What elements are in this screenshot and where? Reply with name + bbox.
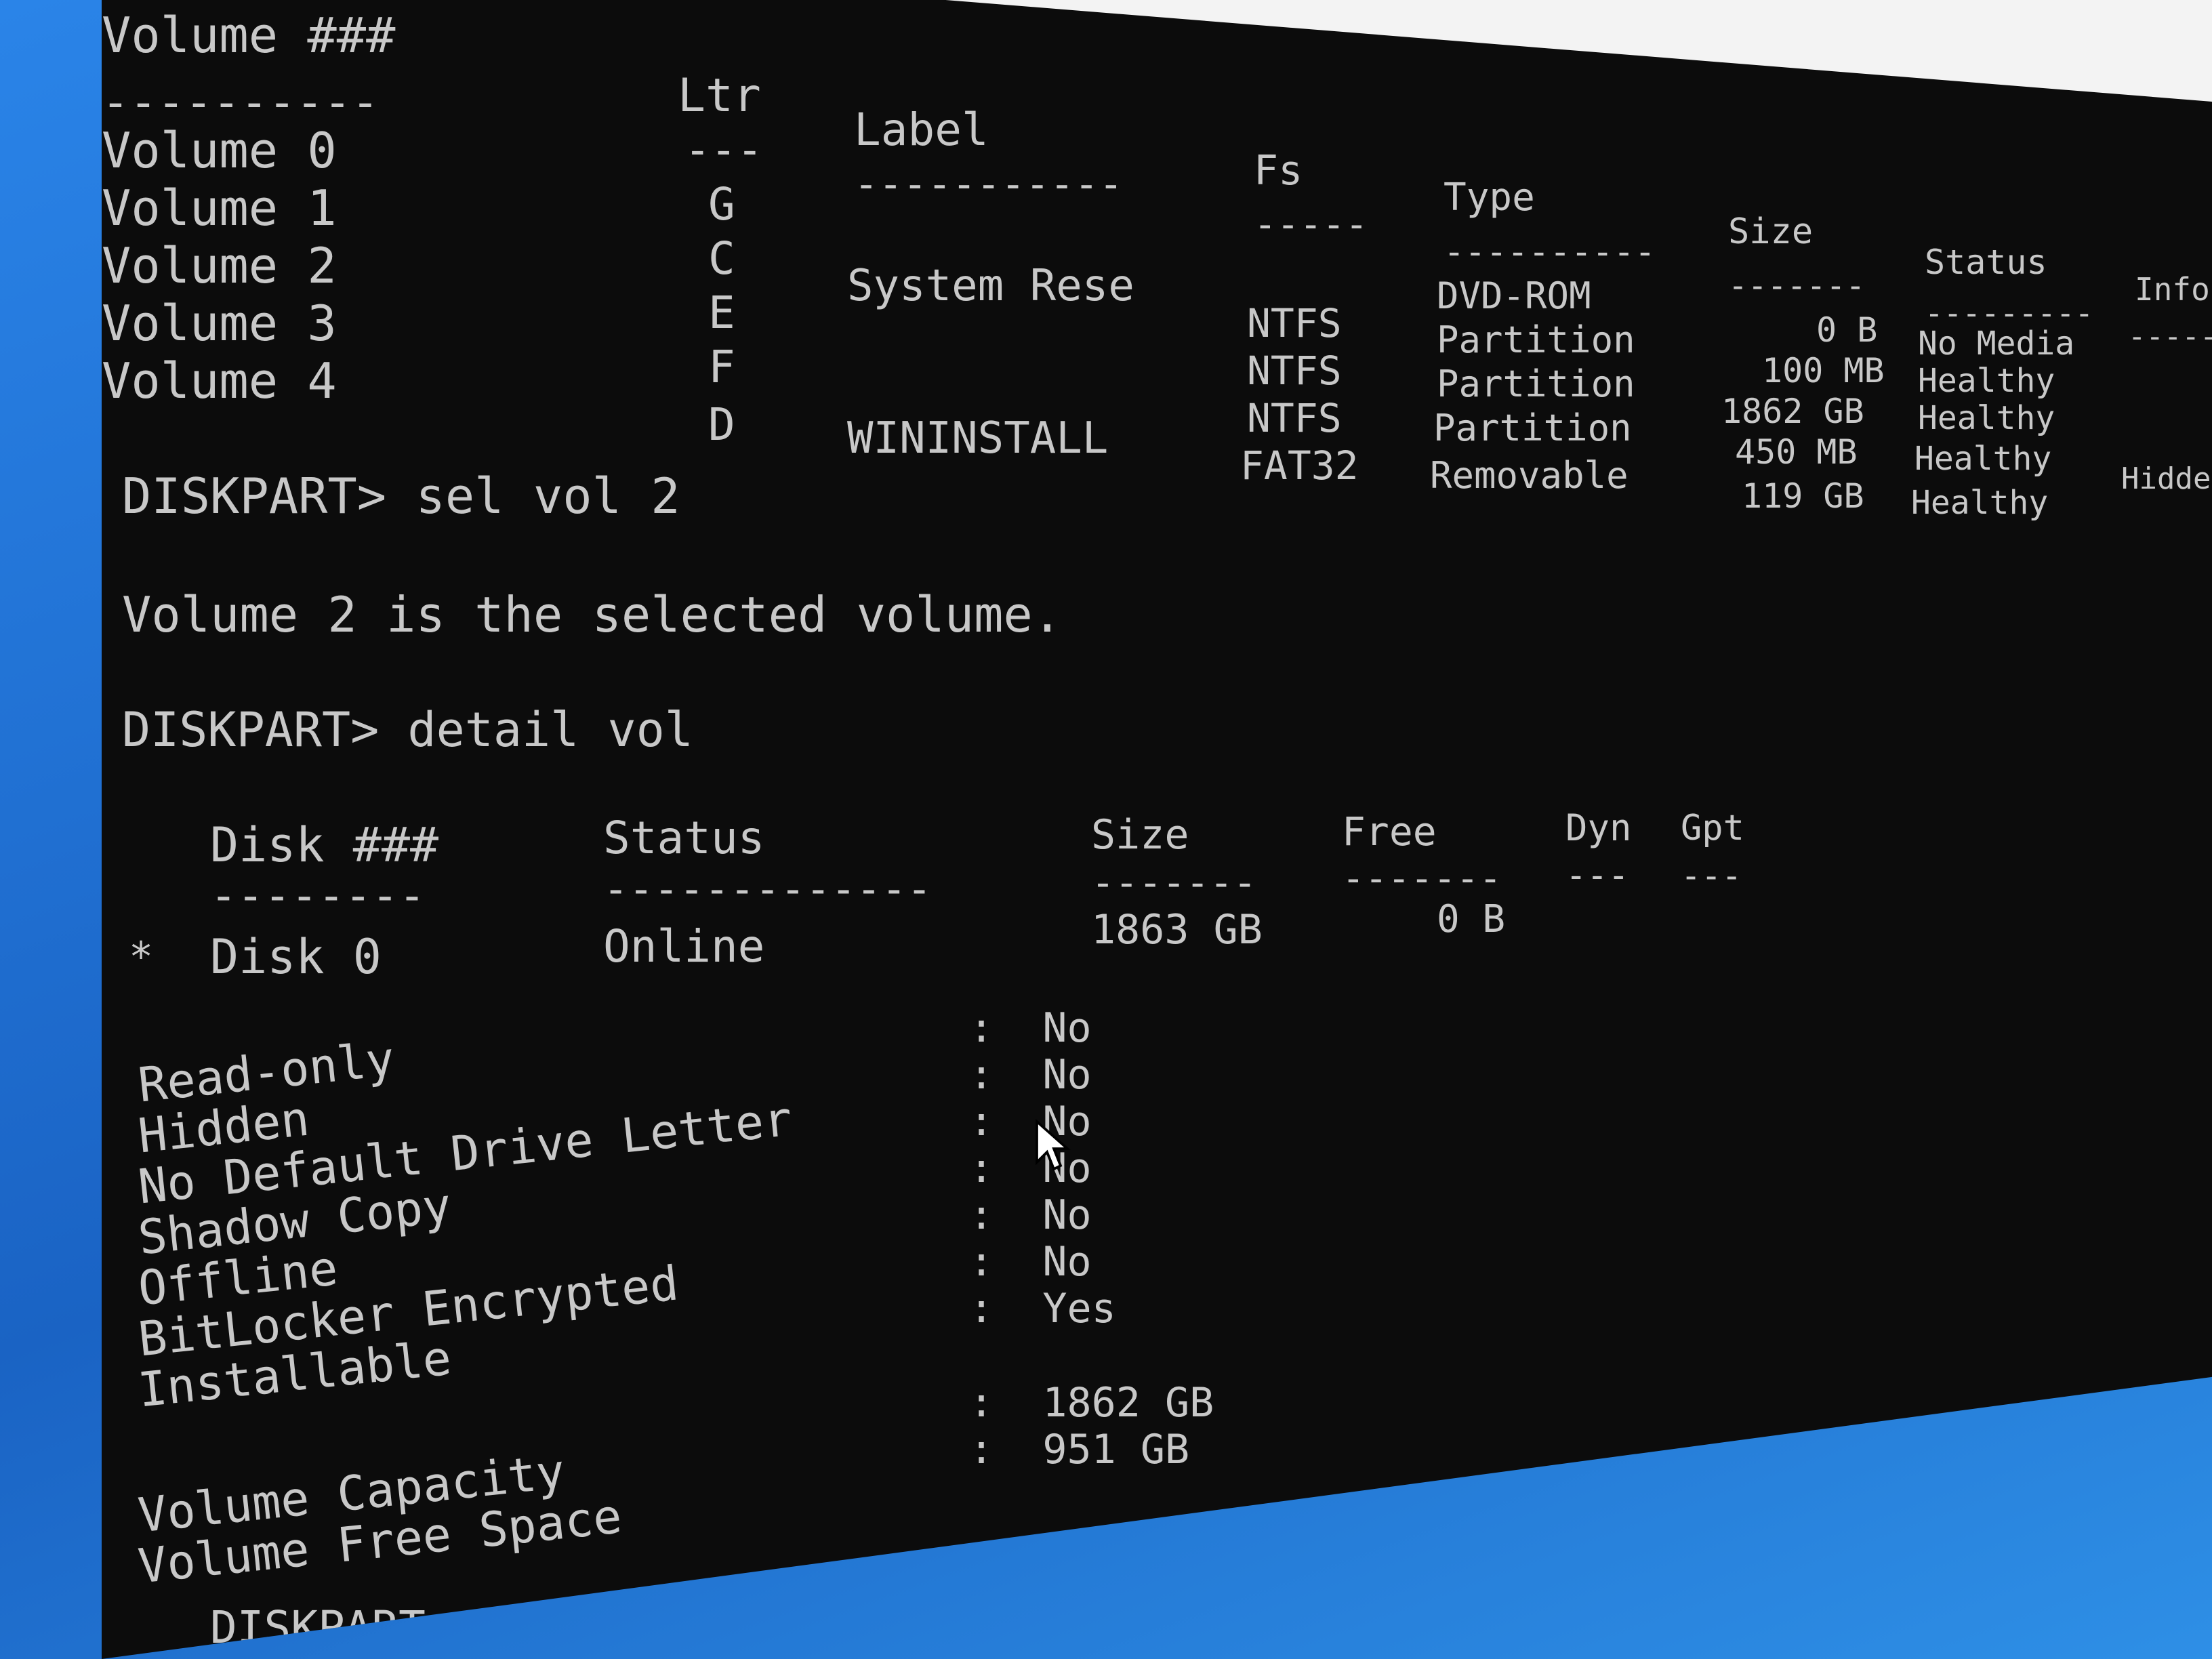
- col-status-header: Status: [1925, 243, 2047, 282]
- col-disk-header: Disk ###: [210, 817, 439, 873]
- property-value-text: 1862 GB: [1042, 1379, 1214, 1427]
- volume-name: Volume 1: [102, 180, 337, 237]
- property-colon: :: [969, 1098, 1043, 1145]
- command-sel-vol: DISKPART> sel vol 2: [122, 468, 680, 525]
- volume-letter: C: [708, 232, 735, 285]
- property-colon: :: [969, 1004, 1043, 1052]
- property-value: : Yes: [969, 1280, 1116, 1337]
- sep-disk: --------: [210, 869, 426, 922]
- disk-size: 1863 GB: [1091, 906, 1263, 954]
- property-value-text: 951 GB: [1042, 1426, 1190, 1473]
- volume-letter: D: [708, 398, 735, 451]
- disk-status: Online: [603, 920, 765, 972]
- sep-disk-gpt: ---: [1681, 856, 1742, 895]
- volume-name: Volume 0: [102, 122, 337, 179]
- col-label-header: Label: [854, 104, 989, 156]
- property-colon: :: [969, 1145, 1043, 1192]
- property-colon: :: [969, 1238, 1043, 1286]
- property-colon: :: [969, 1191, 1043, 1239]
- volume-status: Healthy: [1911, 484, 2049, 522]
- sep-label: -----------: [854, 161, 1124, 208]
- sep-fs: -----: [1254, 203, 1368, 247]
- volume-letter: F: [708, 341, 735, 393]
- volume-info: Hidde: [2121, 462, 2211, 496]
- volume-label: System Rese: [847, 261, 1134, 311]
- sep-disk-dyn: ---: [1565, 855, 1629, 896]
- property-colon: :: [969, 1051, 1043, 1099]
- col-size-header: Size: [1728, 211, 1814, 252]
- property-value-text: Yes: [1042, 1285, 1116, 1332]
- disk-free: 0 B: [1437, 897, 1506, 941]
- command-detail-vol: DISKPART> detail vol: [122, 702, 693, 758]
- sep-info: --------: [2128, 319, 2212, 354]
- col-disk-status-header: Status: [603, 812, 765, 864]
- property-value-text: No: [1042, 1051, 1092, 1099]
- property-colon: :: [969, 1285, 1043, 1332]
- volume-name: Volume 3: [102, 295, 337, 352]
- volume-fs: FAT32: [1240, 443, 1359, 489]
- property-colon: :: [969, 1426, 1043, 1473]
- cmd-window[interactable]: X:\windows\system32\cmd.exe - diskpart V…: [102, 0, 2212, 1659]
- volume-name: Volume 2: [102, 237, 337, 294]
- volume-label: WININSTALL: [847, 413, 1109, 464]
- property-value-text: No: [1042, 1004, 1092, 1052]
- volume-size: 119 GB: [1742, 476, 1864, 516]
- console-output[interactable]: Volume ### Ltr Label Fs Type Size Status…: [102, 0, 2212, 1659]
- command-result: Volume 2 is the selected volume.: [122, 586, 1063, 643]
- volume-name: Volume 4: [102, 352, 337, 409]
- property-value-text: No: [1042, 1191, 1092, 1239]
- col-volume-header: Volume ###: [102, 7, 396, 64]
- sep-ltr: ---: [684, 125, 763, 176]
- volume-letter: E: [708, 287, 735, 339]
- volume-letter: G: [708, 178, 735, 230]
- volume-type: Removable: [1430, 454, 1629, 497]
- property-value-text: No: [1042, 1238, 1092, 1286]
- col-fs-header: Fs: [1254, 147, 1303, 194]
- col-type-header: Type: [1443, 176, 1535, 220]
- col-ltr-header: Ltr: [678, 69, 761, 123]
- disk-name: Disk 0: [210, 929, 382, 985]
- selected-marker: *: [129, 933, 154, 981]
- sep-disk-status: -------------: [603, 864, 933, 914]
- property-value: : 951 GB: [969, 1421, 1189, 1478]
- mouse-pointer-icon: [1036, 1118, 1071, 1171]
- property-colon: :: [969, 1379, 1043, 1427]
